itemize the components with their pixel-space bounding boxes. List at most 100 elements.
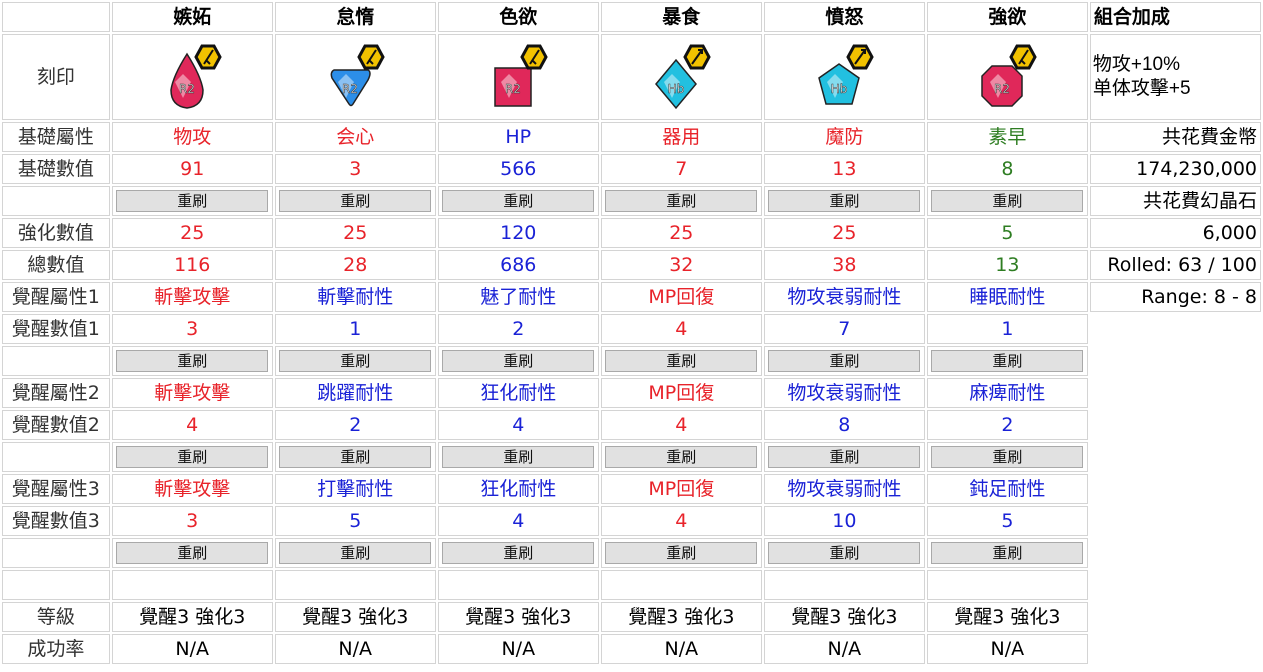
reroll-button[interactable]: 重刷 (116, 446, 269, 468)
svg-text:R2: R2 (505, 82, 521, 96)
success-rate-row-label: 成功率 (2, 634, 110, 664)
awaken-value-3-row-value: 5 (274, 506, 436, 536)
reroll-cell: 重刷 (600, 538, 762, 568)
reroll-cell: 重刷 (274, 538, 436, 568)
reroll-cell: 重刷 (437, 346, 599, 376)
reroll-button[interactable]: 重刷 (116, 190, 269, 212)
enhance-value-row-value: 5 (926, 218, 1088, 248)
blank-cell (600, 570, 762, 600)
reroll-button[interactable]: 重刷 (442, 190, 595, 212)
spacer-row (2, 570, 1261, 600)
success-rate-row-value: N/A (274, 634, 436, 664)
reroll-cell: 重刷 (600, 442, 762, 472)
column-header: 強欲 (926, 2, 1088, 32)
awaken-attr-1-row-label: 覺醒屬性1 (2, 282, 110, 312)
reroll-button[interactable]: 重刷 (116, 542, 269, 564)
success-rate-row-value: N/A (763, 634, 925, 664)
enhance-value-row-label: 強化數值 (2, 218, 110, 248)
gem-cell: R2 (926, 34, 1088, 120)
rolled-text: Rolled: 63 / 100 (1089, 250, 1261, 280)
reroll-button[interactable]: 重刷 (279, 446, 432, 468)
awaken-value-3-row-value: 4 (437, 506, 599, 536)
reroll-button[interactable]: 重刷 (442, 446, 595, 468)
reroll-button[interactable]: 重刷 (931, 350, 1084, 372)
red-teardrop-gem-icon: R2 (113, 42, 272, 112)
level-row-value: 覺醒3 強化3 (274, 602, 436, 632)
awaken-value-1-row: 覺醒數值1 3 1 2 4 7 1 (2, 314, 1261, 344)
total-value-row: 總數值 116 28 686 32 38 13 Rolled: 63 / 100 (2, 250, 1261, 280)
reroll-button[interactable]: 重刷 (279, 542, 432, 564)
base-value-row-value: 91 (111, 154, 273, 184)
awaken-attr-3-row-value: 物攻衰弱耐性 (763, 474, 925, 504)
blank-label-cell (2, 442, 110, 472)
reroll-cell: 重刷 (437, 442, 599, 472)
svg-text:R2: R2 (179, 82, 195, 96)
blank-label-cell (2, 346, 110, 376)
awaken-attr-3-row-value: MP回復 (600, 474, 762, 504)
level-row: 等級 覺醒3 強化3 覺醒3 強化3 覺醒3 強化3 覺醒3 強化3 覺醒3 強化3 覺醒3… (2, 602, 1261, 632)
reroll-button[interactable]: 重刷 (605, 350, 758, 372)
awaken-attr-2-row-value: MP回復 (600, 378, 762, 408)
awaken-value-1-row-value: 7 (763, 314, 925, 344)
enhance-value-row-value: 120 (437, 218, 599, 248)
awaken-attr-3-row-value: 斬擊攻擊 (111, 474, 273, 504)
gold-value: 174,230,000 (1089, 154, 1261, 184)
reroll-button[interactable]: 重刷 (279, 350, 432, 372)
reroll-button[interactable]: 重刷 (931, 542, 1084, 564)
level-row-label: 等級 (2, 602, 110, 632)
base-attr-row-value: 物攻 (111, 122, 273, 152)
awaken-value-2-row-value: 4 (111, 410, 273, 440)
awaken-value-1-row-value: 4 (600, 314, 762, 344)
reroll-button[interactable]: 重刷 (768, 190, 921, 212)
combo-bonus-value: 物攻+10% 单体攻擊+5 (1089, 34, 1261, 120)
awaken-attr-3-row-label: 覺醒屬性3 (2, 474, 110, 504)
reroll-cell: 重刷 (274, 186, 436, 216)
reroll-button[interactable]: 重刷 (931, 190, 1084, 212)
reroll-row-awaken-3: 重刷 重刷 重刷 重刷 重刷 重刷 (2, 538, 1261, 568)
base-attr-row-value: 会心 (274, 122, 436, 152)
total-value-row-value: 32 (600, 250, 762, 280)
total-value-row-value: 116 (111, 250, 273, 280)
reroll-button[interactable]: 重刷 (279, 190, 432, 212)
level-row-value: 覺醒3 強化3 (437, 602, 599, 632)
awaken-attr-2-row-value: 物攻衰弱耐性 (763, 378, 925, 408)
reroll-button[interactable]: 重刷 (931, 446, 1084, 468)
column-header: 憤怒 (763, 2, 925, 32)
reroll-button[interactable]: 重刷 (605, 190, 758, 212)
reroll-button[interactable]: 重刷 (768, 446, 921, 468)
blank-cell (926, 570, 1088, 600)
reroll-row-awaken-1: 重刷 重刷 重刷 重刷 重刷 重刷 (2, 346, 1261, 376)
awaken-attr-2-row-value: 麻痺耐性 (926, 378, 1088, 408)
success-rate-row: 成功率 N/A N/A N/A N/A N/A N/A (2, 634, 1261, 664)
reroll-cell: 重刷 (763, 186, 925, 216)
awaken-value-1-row-value: 3 (111, 314, 273, 344)
awaken-value-1-row-label: 覺醒數值1 (2, 314, 110, 344)
engrave-row: 刻印 R2 R2 R2 Hb Hb R2 物攻+10% 单体攻擊+5 (2, 34, 1261, 120)
awaken-attr-2-row-value: 狂化耐性 (437, 378, 599, 408)
level-row-value: 覺醒3 強化3 (926, 602, 1088, 632)
reroll-button[interactable]: 重刷 (768, 542, 921, 564)
enhance-value-row-value: 25 (274, 218, 436, 248)
awaken-attr-1-row-value: 斬擊耐性 (274, 282, 436, 312)
gem-cell: Hb (600, 34, 762, 120)
svg-text:Hb: Hb (831, 82, 848, 96)
header-blank (2, 2, 110, 32)
total-value-row-label: 總數值 (2, 250, 110, 280)
total-value-row-value: 28 (274, 250, 436, 280)
reroll-button[interactable]: 重刷 (605, 446, 758, 468)
awaken-attr-1-row-value: 斬擊攻擊 (111, 282, 273, 312)
reroll-button[interactable]: 重刷 (116, 350, 269, 372)
reroll-button[interactable]: 重刷 (605, 542, 758, 564)
reroll-cell: 重刷 (763, 442, 925, 472)
level-row-value: 覺醒3 強化3 (600, 602, 762, 632)
awaken-value-3-row-label: 覺醒數值3 (2, 506, 110, 536)
reroll-button[interactable]: 重刷 (768, 350, 921, 372)
awaken-attr-2-row-value: 跳躍耐性 (274, 378, 436, 408)
gold-label: 共花費金幣 (1089, 122, 1261, 152)
reroll-button[interactable]: 重刷 (442, 350, 595, 372)
bonus-line: 物攻+10% (1092, 54, 1180, 75)
gem-cell: R2 (274, 34, 436, 120)
awaken-value-3-row-value: 10 (763, 506, 925, 536)
success-rate-row-value: N/A (926, 634, 1088, 664)
reroll-button[interactable]: 重刷 (442, 542, 595, 564)
